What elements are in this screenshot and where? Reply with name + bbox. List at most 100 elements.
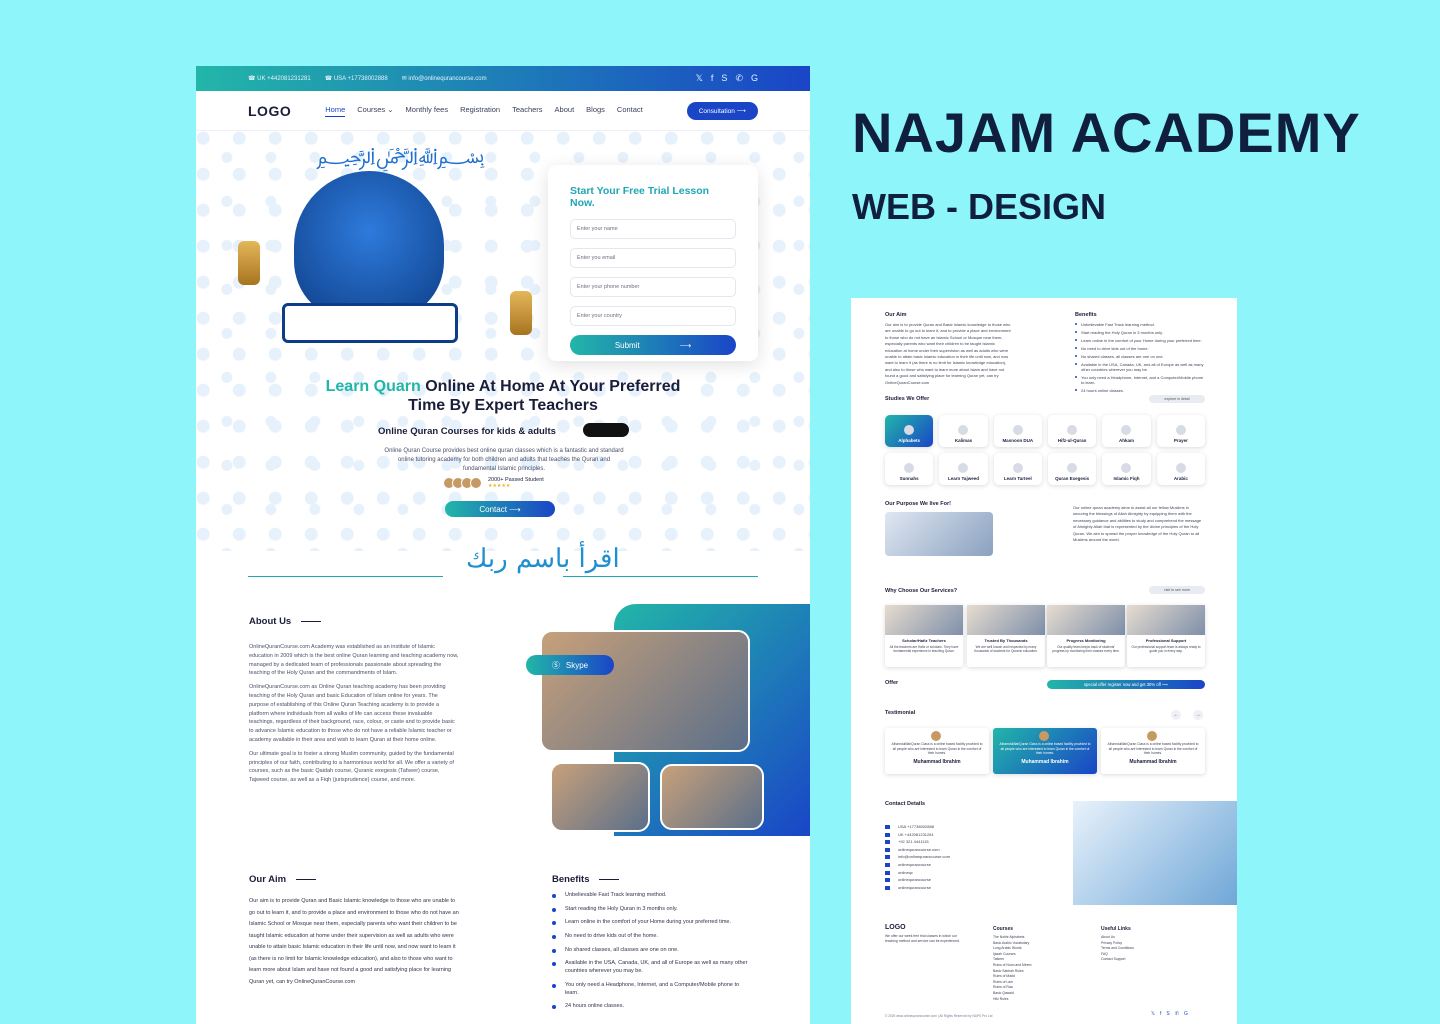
footer-link[interactable]: Ijazah Courses xyxy=(993,952,1031,956)
submit-button[interactable]: Submit ⟶ xyxy=(570,335,736,355)
contact-button[interactable]: Contact ⟶ xyxy=(445,501,555,517)
skype-icon[interactable]: S xyxy=(721,73,727,84)
footer-social-icons: 𝕏 f S ✆ G xyxy=(1151,1011,1188,1017)
footer-link[interactable]: Basic Sabhah Rules xyxy=(993,969,1031,973)
benefits-title: Benefits xyxy=(1075,312,1097,318)
name-field[interactable]: Enter your name xyxy=(570,219,736,239)
testimonial-card: AlhamdulillahQuran Class is a online bas… xyxy=(993,728,1097,774)
site-logo[interactable]: LOGO xyxy=(248,103,291,119)
teacher-photo xyxy=(540,630,750,752)
contact-item[interactable]: onlinequrancourse xyxy=(885,862,950,867)
study-card[interactable]: Learn Tajweed xyxy=(939,453,988,485)
aim-title: Our Aim xyxy=(885,312,907,318)
see-more-button[interactable]: visit to see more xyxy=(1149,586,1205,594)
facebook-icon[interactable]: f xyxy=(711,73,714,84)
contact-item[interactable]: USA +17738002888 xyxy=(885,824,950,829)
prev-arrow-icon[interactable]: ← xyxy=(1171,710,1181,720)
arabic-calligraphy-divider: اقرأ باسم ربك xyxy=(466,544,620,574)
list-item: You only need a Headphone, Internet, and… xyxy=(552,982,752,997)
about-visual: Ⓢ Skype xyxy=(526,604,810,836)
footer-logo[interactable]: LOGO xyxy=(885,924,906,931)
nav-item-about[interactable]: About xyxy=(555,105,575,117)
x-icon[interactable]: 𝕏 xyxy=(696,73,703,84)
nav-item-contact[interactable]: Contact xyxy=(617,105,643,117)
study-card[interactable]: Prayer xyxy=(1156,415,1205,447)
whatsapp-icon[interactable]: ✆ xyxy=(735,73,743,84)
nav-item-home[interactable]: Home xyxy=(325,105,346,117)
footer-link[interactable]: Tafseer xyxy=(993,957,1031,961)
study-card[interactable]: Sunnahs xyxy=(885,453,934,485)
quran-badge-image xyxy=(583,423,629,437)
contact-item[interactable]: onlinequrancourse xyxy=(885,877,950,882)
footer-courses-title: Courses xyxy=(993,926,1014,932)
headline-line2: Time By Expert Teachers xyxy=(408,397,598,415)
footer-link[interactable]: Contact Support xyxy=(1101,957,1134,961)
study-card[interactable]: Masnoon DUA xyxy=(993,415,1042,447)
contact-item[interactable]: UK +442081231281 xyxy=(885,832,950,837)
benefits-list: Unbelievable Fast Track learning method.… xyxy=(1075,322,1205,396)
phone-field[interactable]: Enter your phone number xyxy=(570,277,736,297)
social-icons: 𝕏 f S ✆ G xyxy=(696,73,758,84)
facebook-icon[interactable]: f xyxy=(1160,1011,1161,1017)
study-card[interactable]: Islamic Fiqh xyxy=(1102,453,1151,485)
phone-usa[interactable]: ☎ USA +17738002888 xyxy=(325,75,388,82)
hero-section: ﷽ Start Your Free Trial Lesson Now. Ente… xyxy=(196,131,810,551)
footer-link[interactable]: Basic Arabic Vocabulary xyxy=(993,941,1031,945)
footer-link[interactable]: Rules of Noon and Meem xyxy=(993,963,1031,967)
footer-link[interactable]: Rules of Raa xyxy=(993,985,1031,989)
contact-item[interactable]: +92 321 4441115 xyxy=(885,839,950,844)
footer-link[interactable]: Basic Qawaid xyxy=(993,991,1031,995)
contact-item[interactable]: onlinequrancourse xyxy=(885,885,950,890)
list-item: Learn online in the comfort of your Home… xyxy=(1075,338,1205,343)
x-icon[interactable]: 𝕏 xyxy=(1151,1011,1155,1017)
study-card[interactable]: Kalimas xyxy=(939,415,988,447)
nav-item-registration[interactable]: Registration xyxy=(460,105,500,117)
contact-item[interactable]: info@onlinequrancourse.com xyxy=(885,854,950,859)
website-mockup-secondary: Our Aim Our aim is to provide Quran and … xyxy=(851,298,1237,1024)
offer-banner[interactable]: special offer register now and get 30% o… xyxy=(1047,680,1205,689)
study-card[interactable]: Arabic xyxy=(1156,453,1205,485)
email-field[interactable]: Enter you email xyxy=(570,248,736,268)
studies-title: Studies We Offer xyxy=(885,396,930,402)
list-item: Unbelievable Fast Track learning method. xyxy=(1075,322,1205,327)
email-link[interactable]: ✉ info@onlinequrancourse.com xyxy=(402,75,487,82)
phone-uk[interactable]: ☎ UK +442081231281 xyxy=(248,75,311,82)
country-field[interactable]: Enter your country xyxy=(570,306,736,326)
students-badge: 2000+ Passed Student ★★★★★ xyxy=(443,477,544,489)
study-card[interactable]: Ahkam xyxy=(1102,415,1151,447)
contact-item[interactable]: onlineqc xyxy=(885,870,950,875)
skype-icon[interactable]: S xyxy=(1166,1011,1169,1017)
lantern-icon xyxy=(238,241,260,285)
footer-link[interactable]: The Noble Alphabets xyxy=(993,935,1031,939)
nav-item-courses[interactable]: Courses ⌄ xyxy=(357,105,393,117)
nav-item-monthly-fees[interactable]: Monthly fees xyxy=(406,105,449,117)
footer-link[interactable]: Long Arabic Words xyxy=(993,946,1031,950)
list-item: No need to drive kids out of the home. xyxy=(552,933,752,941)
list-item: Unbelievable Fast Track learning method. xyxy=(552,892,752,900)
google-icon[interactable]: G xyxy=(1184,1011,1188,1017)
footer-link[interactable]: Rules of Lam xyxy=(993,980,1031,984)
nav-menu: Home Courses ⌄ Monthly fees Registration… xyxy=(325,105,643,117)
headline-rest: Online At Home At Your Preferred xyxy=(425,378,681,395)
study-card[interactable]: Learn Tarteel xyxy=(993,453,1042,485)
contact-list: USA +17738002888 UK +442081231281 +92 32… xyxy=(885,824,950,892)
next-arrow-icon[interactable]: → xyxy=(1193,710,1203,720)
nav-item-blogs[interactable]: Blogs xyxy=(586,105,605,117)
study-card[interactable]: Alphabets xyxy=(885,415,934,447)
mosque-dome-illustration xyxy=(294,171,444,321)
study-card[interactable]: Hifz-ul-Quran xyxy=(1047,415,1097,447)
nav-item-teachers[interactable]: Teachers xyxy=(512,105,542,117)
footer-link[interactable]: Privacy Policy xyxy=(1101,941,1134,945)
study-card[interactable]: Quran Exegesis xyxy=(1047,453,1097,485)
explore-button[interactable]: explore in detail xyxy=(1149,395,1205,403)
footer-link[interactable]: Hifz Rules xyxy=(993,997,1031,1001)
google-icon[interactable]: G xyxy=(751,73,758,84)
footer-link[interactable]: Rules of Madd xyxy=(993,974,1031,978)
contact-item[interactable]: onlinequrancourse.com xyxy=(885,847,950,852)
footer-link[interactable]: About Us xyxy=(1101,935,1134,939)
whatsapp-icon[interactable]: ✆ xyxy=(1175,1011,1179,1017)
footer-link[interactable]: Terms and Conditions xyxy=(1101,946,1134,950)
headline-highlight: Learn Quarn xyxy=(325,378,421,395)
consultation-button[interactable]: Consultation ⟶ xyxy=(686,101,758,120)
footer-link[interactable]: FAQ xyxy=(1101,952,1134,956)
